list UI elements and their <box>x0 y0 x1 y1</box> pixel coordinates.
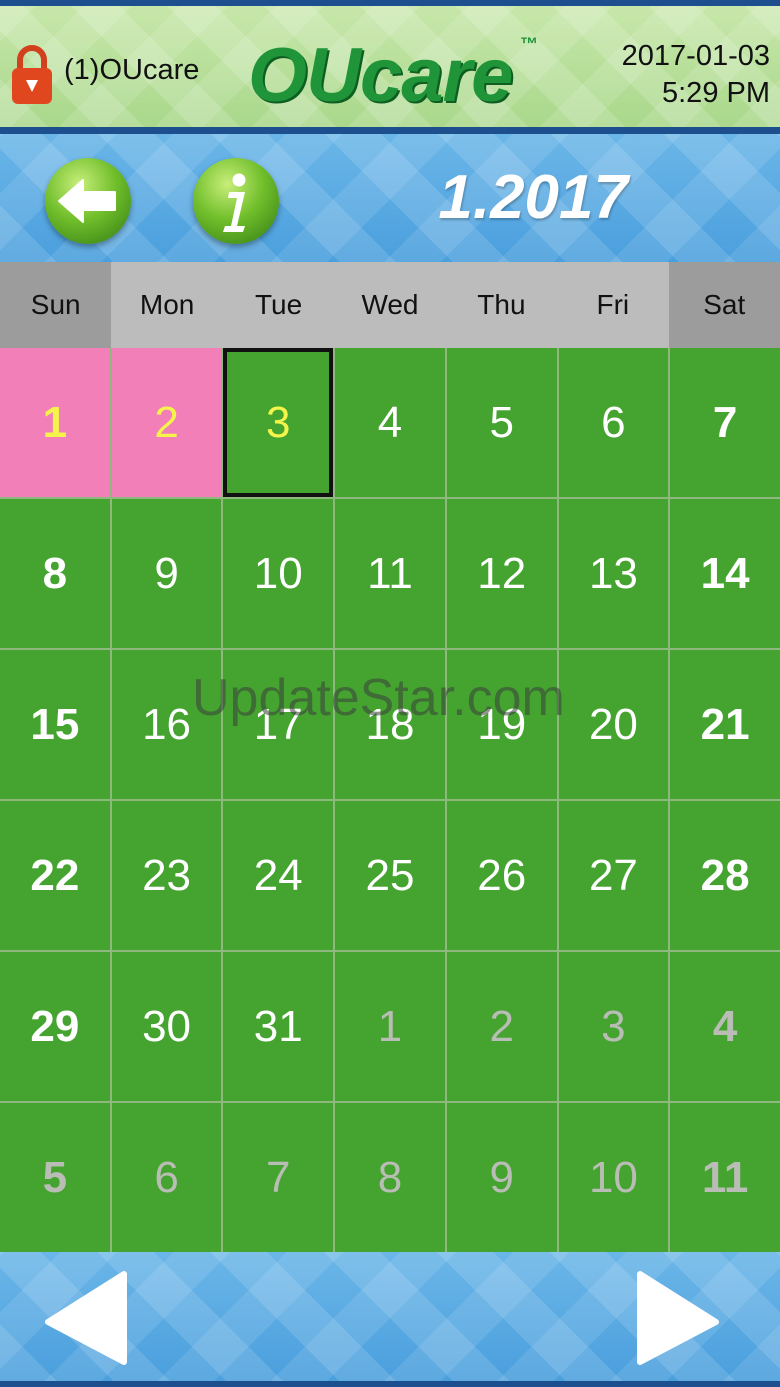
calendar-day[interactable]: 2 <box>111 348 222 497</box>
triangle-left-icon[interactable] <box>42 1270 128 1366</box>
calendar-day[interactable]: 13 <box>558 499 669 648</box>
oucare-logo: OUcare ™ <box>248 34 538 118</box>
info-button[interactable] <box>193 158 279 244</box>
calendar-day[interactable]: 8 <box>335 1103 445 1252</box>
weekday-mon: Mon <box>111 262 223 348</box>
calendar-day[interactable]: 17 <box>223 650 334 799</box>
calendar-day[interactable]: 19 <box>446 650 557 799</box>
calendar-day[interactable]: 29 <box>0 952 110 1101</box>
calendar-day[interactable]: 6 <box>111 1103 222 1252</box>
calendar-day[interactable]: 8 <box>0 499 110 648</box>
calendar-day[interactable]: 10 <box>223 499 334 648</box>
calendar-day[interactable]: 9 <box>446 1103 557 1252</box>
weekday-tue: Tue <box>222 262 335 348</box>
calendar-day[interactable]: 22 <box>0 801 110 950</box>
calendar-day[interactable]: 11 <box>670 1103 780 1252</box>
calendar-day[interactable]: 28 <box>670 801 780 950</box>
calendar-day[interactable]: 30 <box>111 952 222 1101</box>
calendar-day[interactable]: 14 <box>670 499 780 648</box>
month-navbar: 1.2017 <box>0 134 780 262</box>
current-time: 5:29 PM <box>662 77 770 109</box>
calendar-day[interactable]: 15 <box>0 650 110 799</box>
calendar-day[interactable]: 5 <box>446 348 557 497</box>
calendar-day[interactable]: 23 <box>111 801 222 950</box>
calendar-day[interactable]: 10 <box>558 1103 669 1252</box>
calendar-day[interactable]: 26 <box>446 801 557 950</box>
calendar-day[interactable]: 18 <box>335 650 445 799</box>
calendar-day[interactable]: 4 <box>335 348 445 497</box>
weekday-wed: Wed <box>334 262 446 348</box>
lock-icon[interactable] <box>10 42 54 106</box>
weekday-thu: Thu <box>445 262 558 348</box>
calendar-day[interactable]: 3 <box>558 952 669 1101</box>
calendar-day[interactable]: 9 <box>111 499 222 648</box>
logo-text: OUcare <box>248 33 513 118</box>
calendar-day[interactable]: 12 <box>446 499 557 648</box>
calendar-day[interactable]: 27 <box>558 801 669 950</box>
calendar-day[interactable]: 1 <box>335 952 445 1101</box>
calendar-day-today[interactable]: 3 <box>223 348 334 497</box>
current-date: 2017-01-03 <box>621 40 770 72</box>
calendar-day[interactable]: 11 <box>335 499 445 648</box>
trademark-symbol: ™ <box>520 34 538 54</box>
calendar-day[interactable]: 31 <box>223 952 334 1101</box>
user-label[interactable]: (1)OUcare <box>64 54 199 87</box>
calendar-day[interactable]: 1 <box>0 348 110 497</box>
calendar-day[interactable]: 21 <box>670 650 780 799</box>
calendar-day[interactable]: 2 <box>446 952 557 1101</box>
calendar-day[interactable]: 7 <box>223 1103 334 1252</box>
calendar-day[interactable]: 4 <box>670 952 780 1101</box>
calendar-grid: 1 2 3 4 5 6 7 8 9 10 11 12 13 14 15 16 17 18 19 20 21 22 23 24 2… <box>0 348 780 1252</box>
weekday-header-row: Sun Mon Tue Wed Thu Fri Sat <box>0 262 780 348</box>
calendar-day[interactable]: 16 <box>111 650 222 799</box>
calendar-day[interactable]: 6 <box>558 348 669 497</box>
month-pager <box>0 1252 780 1387</box>
triangle-right-icon[interactable] <box>636 1270 722 1366</box>
calendar-day[interactable]: 5 <box>0 1103 110 1252</box>
month-title: 1.2017 <box>438 163 628 232</box>
weekday-sat: Sat <box>668 262 780 348</box>
weekday-sun: Sun <box>0 262 112 348</box>
calendar-day[interactable]: 20 <box>558 650 669 799</box>
calendar-day[interactable]: 24 <box>223 801 334 950</box>
calendar-day[interactable]: 7 <box>670 348 780 497</box>
arrow-left-icon <box>58 179 116 223</box>
back-button[interactable] <box>45 158 131 244</box>
info-icon <box>223 173 246 232</box>
datetime-display: 2017-01-03 5:29 PM <box>622 38 770 112</box>
calendar-day[interactable]: 25 <box>335 801 445 950</box>
app-header: (1)OUcare OUcare ™ 2017-01-03 5:29 PM <box>0 0 780 134</box>
weekday-fri: Fri <box>557 262 669 348</box>
